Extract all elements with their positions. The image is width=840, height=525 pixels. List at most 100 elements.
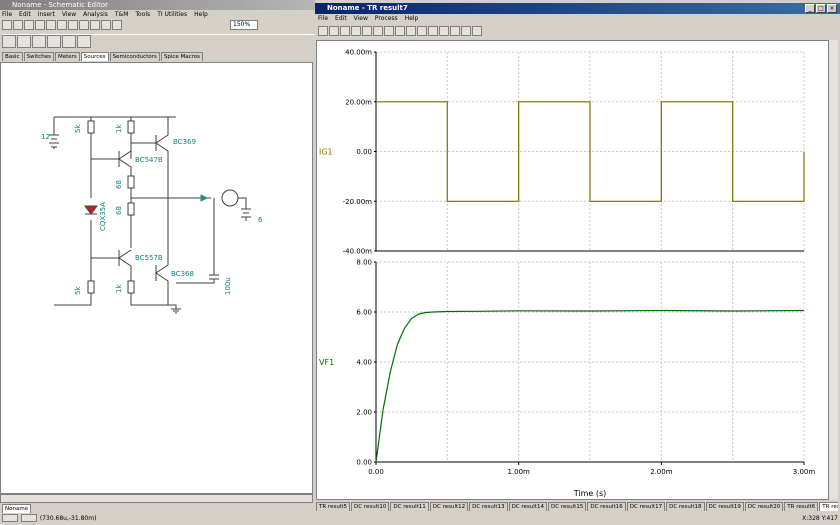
y-tick-label: 8.00 (356, 259, 372, 267)
left-hscrollbar[interactable] (0, 494, 313, 503)
left-menubar: File Edit Insert View Analysis T&M Tools TI Uti… (2, 10, 315, 19)
result-tab[interactable]: DC result11 (390, 502, 429, 511)
rotate-icon[interactable] (101, 20, 111, 30)
component-tab[interactable]: Semiconductors (109, 52, 160, 61)
source-icon[interactable] (47, 35, 61, 48)
r5-label: 5k (74, 286, 82, 295)
left-menu-item[interactable]: View (62, 11, 76, 18)
mirror-icon[interactable] (112, 20, 122, 30)
result-tab[interactable]: DC result14 (508, 502, 547, 511)
schematic-diagram[interactable]: 12 5k 1k 68 68 5k 1k BC547B BC369 BC557B… (1, 63, 314, 495)
y-axis-label: VF1 (319, 358, 334, 367)
y-tick-label: 20.00m (345, 98, 372, 106)
right-menu-item[interactable]: Process (375, 15, 398, 22)
status-icon-2 (20, 514, 37, 522)
maximize-button[interactable]: □ (816, 4, 826, 13)
arrow-icon[interactable] (472, 26, 482, 36)
result-tab[interactable]: DC result20 (744, 502, 784, 511)
zoom-select[interactable]: 150% (230, 20, 258, 30)
right-menu-item[interactable]: View (354, 15, 368, 22)
y-tick-label: 40.00m (345, 49, 372, 57)
component-tabs: Basic Switches Meters Sources Semiconductors… (2, 52, 315, 61)
y-tick-label: 6.00 (356, 309, 372, 317)
left-menu-item[interactable]: T&M (115, 11, 129, 18)
right-menu-item[interactable]: Edit (335, 15, 347, 22)
r1-label: 5k (74, 124, 82, 133)
component-tab[interactable]: Switches (23, 52, 54, 61)
text-icon[interactable] (90, 20, 100, 30)
battery-label: 12 (41, 133, 50, 141)
x-axis-label: Time (s) (573, 489, 607, 498)
left-menu-item[interactable]: Help (194, 11, 208, 18)
save-icon[interactable] (24, 20, 34, 30)
result-tab[interactable]: DC result16 (587, 502, 626, 511)
print-icon[interactable] (35, 20, 45, 30)
open-icon[interactable] (13, 20, 23, 30)
r3-label: 68 (115, 180, 123, 189)
undo-icon[interactable] (362, 26, 372, 36)
result-tab[interactable]: DC result10 (351, 502, 390, 511)
print-icon[interactable] (351, 26, 361, 36)
result-tab[interactable]: TR result7 (819, 502, 838, 511)
resistor-icon[interactable] (2, 35, 16, 48)
copy-icon[interactable] (46, 20, 56, 30)
left-menu-item[interactable]: Edit (19, 11, 31, 18)
pointer-icon[interactable] (68, 20, 78, 30)
result-tab[interactable]: DC result18 (666, 502, 705, 511)
left-menu-item[interactable]: TI Utilities (157, 11, 187, 18)
component-tab[interactable]: Basic (2, 52, 23, 61)
result-tab[interactable]: DC result12 (429, 502, 469, 511)
right-menu-item[interactable]: File (318, 15, 328, 22)
cursor-b-icon[interactable] (428, 26, 438, 36)
meter-icon[interactable] (77, 35, 91, 48)
text-icon[interactable] (406, 26, 416, 36)
diagram-canvas[interactable]: 40.00m 20.00m 0.00 -20.00m -40.00m IG1 8.00 6.0… (316, 40, 838, 500)
capacitor-icon[interactable] (17, 35, 31, 48)
component-tab[interactable]: Spice Macros (160, 52, 204, 61)
result-tab[interactable]: DC result15 (547, 502, 587, 511)
result-tab[interactable]: TR result6 (784, 502, 819, 511)
zoom-in-icon[interactable] (384, 26, 394, 36)
line-icon[interactable] (439, 26, 449, 36)
right-menu-item[interactable]: Help (405, 15, 419, 22)
x-tick-label: 2.00m (650, 468, 673, 476)
result-tab[interactable]: TR result5 (316, 502, 350, 511)
open-icon[interactable] (318, 26, 328, 36)
ground-icon[interactable] (62, 35, 76, 48)
q4-label: BC368 (171, 270, 194, 278)
result-tab[interactable]: DC result13 (469, 502, 508, 511)
copy-icon[interactable] (340, 26, 350, 36)
doc-tab-noname[interactable]: Noname (2, 504, 32, 513)
schematic-canvas[interactable]: 12 5k 1k 68 68 5k 1k BC547B BC369 BC557B… (0, 62, 313, 494)
zoom-out-icon[interactable] (395, 26, 405, 36)
left-menu-item[interactable]: File (2, 11, 12, 18)
pointer-icon[interactable] (373, 26, 383, 36)
q1-label: BC547B (135, 156, 163, 164)
left-menu-item[interactable]: Tools (135, 11, 150, 18)
cursor-a-icon[interactable] (417, 26, 427, 36)
component-tab[interactable]: Meters (55, 52, 80, 61)
inductor-icon[interactable] (32, 35, 46, 48)
y-tick-label: 4.00 (356, 359, 372, 367)
y-tick-label: 0.00 (356, 148, 372, 156)
result-tab[interactable]: DC result19 (705, 502, 744, 511)
transient-chart[interactable]: 40.00m 20.00m 0.00 -20.00m -40.00m IG1 8.00 6.0… (317, 41, 837, 499)
component-tab[interactable]: Sources (80, 52, 109, 61)
q2-label: BC369 (173, 138, 196, 146)
wire-icon[interactable] (79, 20, 89, 30)
circle-icon[interactable] (450, 26, 460, 36)
new-icon[interactable] (2, 20, 12, 30)
left-menu-item[interactable]: Insert (38, 11, 55, 18)
close-button[interactable]: × (827, 4, 837, 13)
paste-icon[interactable] (57, 20, 67, 30)
zoom-value: 150% (233, 21, 251, 28)
minimize-button[interactable]: _ (805, 4, 815, 13)
result-tab[interactable]: DC result17 (626, 502, 666, 511)
left-menu-item[interactable]: Analysis (83, 11, 108, 18)
component-toolbar (2, 34, 315, 49)
right-vscrollbar[interactable] (828, 40, 838, 500)
right-menubar: File Edit View Process Help (318, 14, 618, 23)
q3-label: BC557B (135, 254, 163, 262)
save-icon[interactable] (329, 26, 339, 36)
marker-icon[interactable] (461, 26, 471, 36)
